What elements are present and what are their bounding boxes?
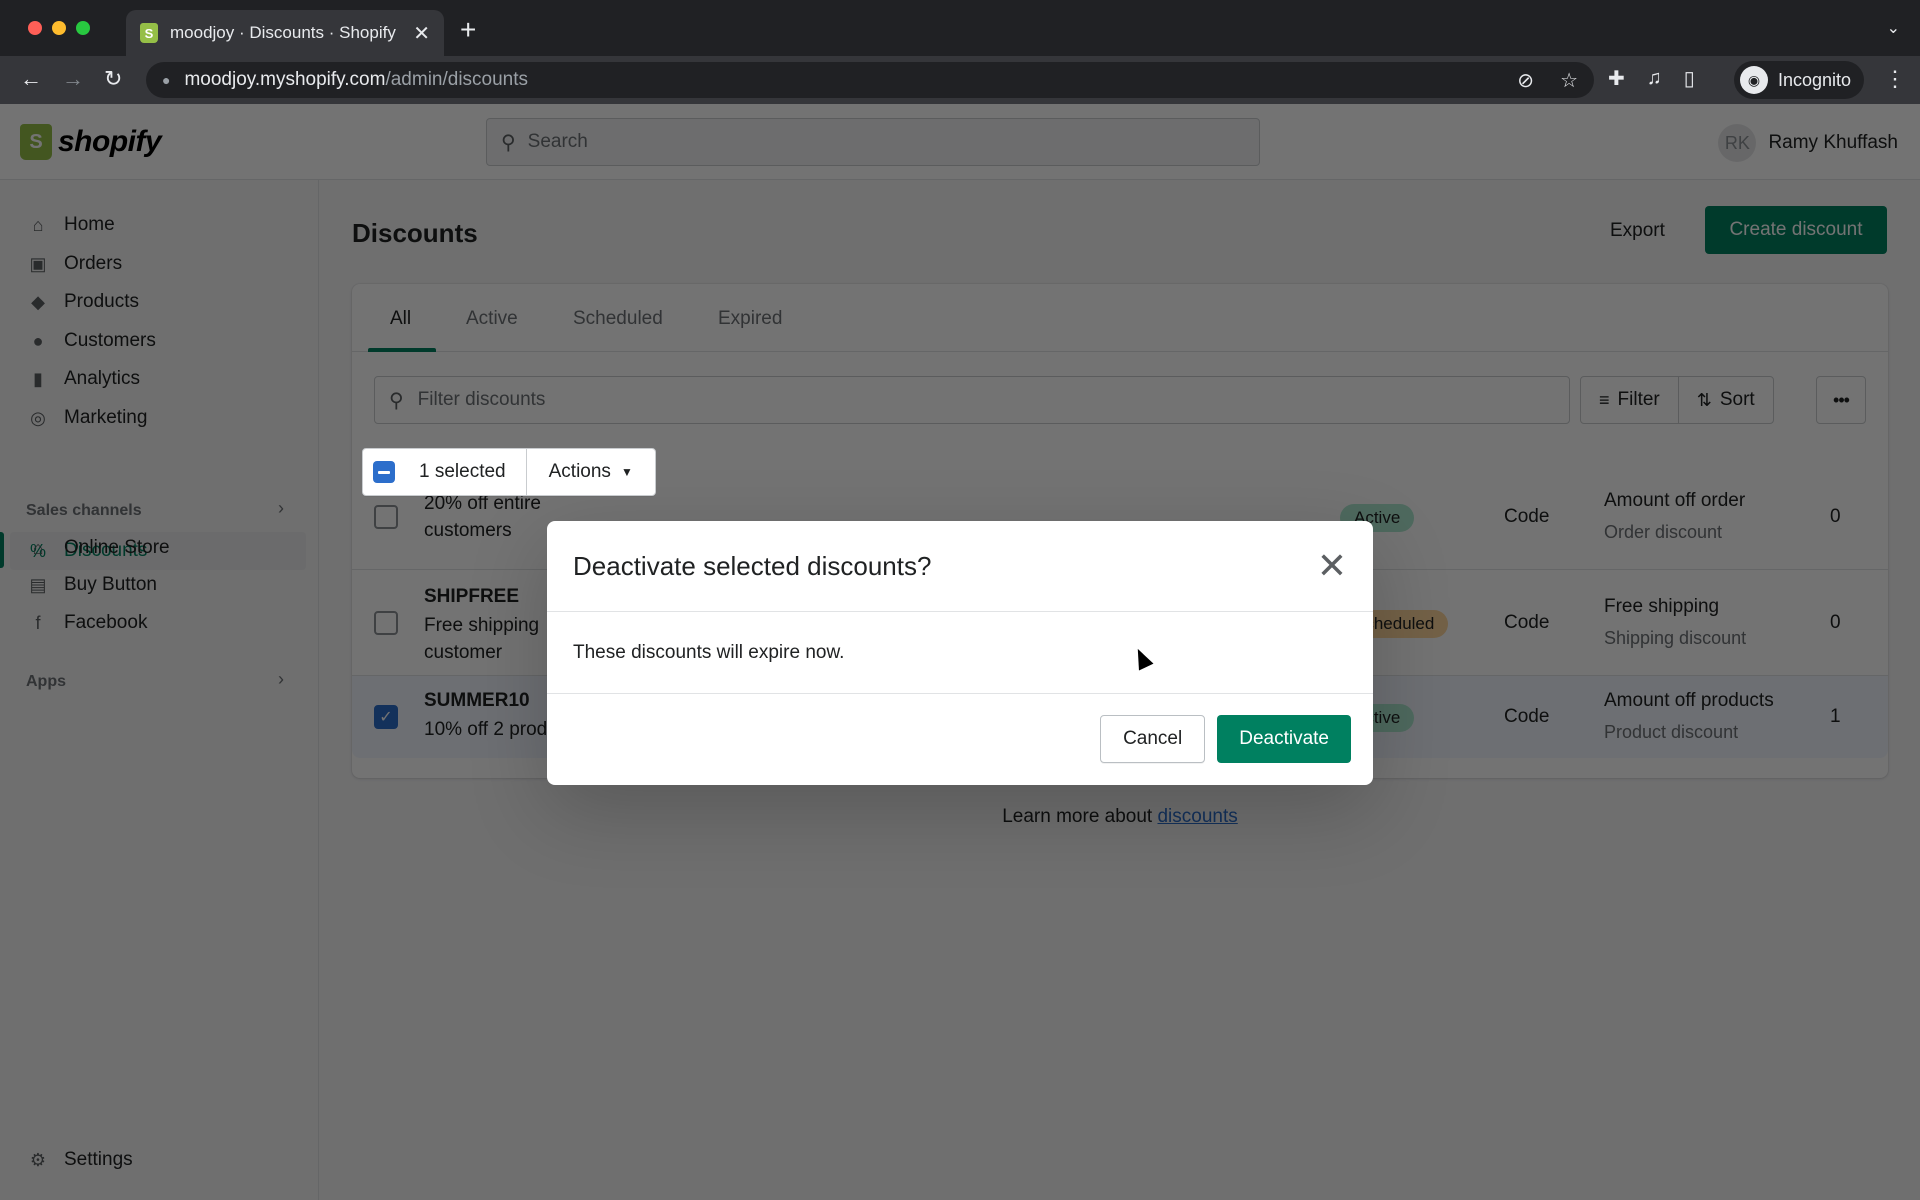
deactivate-modal: Deactivate selected discounts? ✕ These d… xyxy=(547,521,1373,785)
window-maximize-button[interactable] xyxy=(76,21,90,35)
reload-button[interactable]: ↻ xyxy=(104,66,122,92)
bookmark-star-icon[interactable]: ☆ xyxy=(1560,68,1578,93)
modal-footer: Cancel Deactivate xyxy=(547,694,1373,784)
modal-body: These discounts will expire now. xyxy=(547,612,1373,694)
actions-dropdown[interactable]: Actions ▼ xyxy=(525,449,655,495)
browser-tab-bar: S moodjoy · Discounts · Shopify ✕ + ⌄ xyxy=(0,0,1920,56)
deactivate-button[interactable]: Deactivate xyxy=(1217,715,1351,763)
url-path: /admin/discounts xyxy=(385,69,529,90)
actions-label: Actions xyxy=(548,461,611,482)
lock-icon: ● xyxy=(162,72,171,88)
back-button[interactable]: ← xyxy=(20,66,42,92)
side-panel-icon[interactable]: ▯ xyxy=(1684,66,1695,91)
cancel-button[interactable]: Cancel xyxy=(1100,715,1206,763)
window-close-button[interactable] xyxy=(28,21,42,35)
browser-menu-icon[interactable]: ⋮ xyxy=(1884,66,1906,92)
new-tab-button[interactable]: + xyxy=(460,14,476,46)
shopify-favicon-icon: S xyxy=(140,23,158,43)
modal-title: Deactivate selected discounts? xyxy=(573,550,932,581)
forward-button[interactable]: → xyxy=(62,66,84,92)
address-bar[interactable]: ● moodjoy.myshopify.com/admin/discounts … xyxy=(146,62,1594,98)
extensions-puzzle-icon[interactable]: ✚ xyxy=(1608,66,1625,91)
browser-toolbar: ← → ↻ ● moodjoy.myshopify.com/admin/disc… xyxy=(0,56,1920,104)
select-all-toggle[interactable]: 1 selected xyxy=(363,449,526,495)
media-control-icon[interactable]: ♫ xyxy=(1647,67,1662,90)
bulk-actions-bar: 1 selected Actions ▼ xyxy=(362,448,656,496)
close-icon[interactable]: ✕ xyxy=(1317,548,1347,584)
incognito-icon: ◉ xyxy=(1740,66,1768,94)
indeterminate-checkbox-icon[interactable] xyxy=(373,461,395,483)
incognito-profile-button[interactable]: ◉ Incognito xyxy=(1734,61,1864,99)
url-host: moodjoy.myshopify.com xyxy=(184,69,386,90)
selected-count: 1 selected xyxy=(419,461,506,482)
incognito-label: Incognito xyxy=(1778,69,1852,90)
window-minimize-button[interactable] xyxy=(52,21,66,35)
caret-down-icon: ▼ xyxy=(620,465,633,479)
tab-close-icon[interactable]: ✕ xyxy=(413,21,430,46)
tab-search-dropdown-icon[interactable]: ⌄ xyxy=(1887,18,1900,38)
browser-tab[interactable]: S moodjoy · Discounts · Shopify ✕ xyxy=(126,10,444,56)
eye-off-icon[interactable]: ⊘ xyxy=(1517,68,1534,93)
tab-title: moodjoy · Discounts · Shopify xyxy=(170,23,396,42)
modal-header: Deactivate selected discounts? ✕ xyxy=(547,521,1373,612)
